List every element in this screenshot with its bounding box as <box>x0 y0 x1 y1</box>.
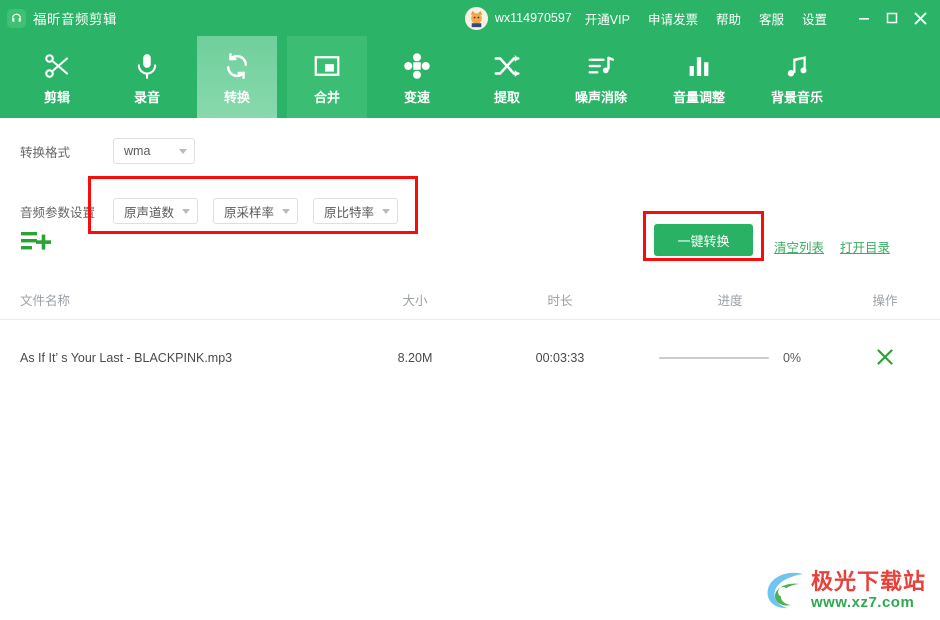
tool-noise-reduce[interactable]: 噪声消除 <box>557 36 645 118</box>
tool-noise-reduce-label: 噪声消除 <box>575 87 627 106</box>
progress-bar <box>659 357 769 359</box>
bitrate-select-value: 原比特率 <box>324 202 374 221</box>
cell-duration: 00:03:33 <box>490 351 630 365</box>
tool-convert-label: 转换 <box>224 87 250 106</box>
convert-button[interactable]: 一键转换 <box>654 224 753 256</box>
menu-invoice[interactable]: 申请发票 <box>639 9 707 28</box>
noise-reduce-icon <box>586 49 616 83</box>
watermark: 极光下载站 www.xz7.com <box>763 568 926 612</box>
tool-bgm-label: 背景音乐 <box>771 87 823 106</box>
format-select[interactable]: wma <box>113 138 195 164</box>
format-row: 转换格式 wma <box>0 136 940 166</box>
delete-x-icon[interactable] <box>876 348 894 366</box>
app-title: 福昕音频剪辑 <box>33 8 117 28</box>
microphone-icon <box>132 49 162 83</box>
maximize-icon[interactable] <box>878 0 906 36</box>
close-icon[interactable] <box>906 0 934 36</box>
tool-bgm[interactable]: 背景音乐 <box>753 36 841 118</box>
chevron-down-icon <box>382 209 390 214</box>
menu-support[interactable]: 客服 <box>750 9 793 28</box>
watermark-logo-icon <box>763 568 809 612</box>
header-size: 大小 <box>340 290 490 309</box>
music-note-icon <box>782 49 812 83</box>
titlebar-right-group: wx114970597 开通VIP 申请发票 帮助 客服 设置 <box>465 0 940 36</box>
open-folder-link[interactable]: 打开目录 <box>840 237 890 256</box>
chevron-down-icon <box>182 209 190 214</box>
samplerate-select-value: 原采样率 <box>224 202 274 221</box>
tool-record-label: 录音 <box>134 87 160 106</box>
cell-filename: As If It’ s Your Last - BLACKPINK.mp3 <box>0 351 340 365</box>
tool-speed-label: 变速 <box>404 87 430 106</box>
tool-merge[interactable]: 合并 <box>287 36 367 118</box>
merge-frame-icon <box>312 49 342 83</box>
tool-volume[interactable]: 音量调整 <box>655 36 743 118</box>
tool-extract-label: 提取 <box>494 87 520 106</box>
volume-bars-icon <box>684 49 714 83</box>
minimize-icon[interactable] <box>850 0 878 36</box>
tool-edit[interactable]: 剪辑 <box>17 36 97 118</box>
cell-progress: 0% <box>630 351 830 365</box>
file-table: 文件名称 大小 时长 进度 操作 As If It’ s Your Last -… <box>0 279 940 378</box>
samplerate-select[interactable]: 原采样率 <box>213 198 298 224</box>
bitrate-select[interactable]: 原比特率 <box>313 198 398 224</box>
cell-action <box>830 348 940 369</box>
main-toolbar: 剪辑 录音 转换 合并 <box>0 36 940 118</box>
settings-panel: 转换格式 wma 音频参数设置 原声道数 原采样率 原比特率 <box>0 118 940 226</box>
header-action: 操作 <box>830 290 940 309</box>
progress-percent: 0% <box>783 351 801 365</box>
tool-speed[interactable]: 变速 <box>377 36 457 118</box>
headphones-icon <box>7 9 26 28</box>
speed-cross-icon <box>402 49 432 83</box>
tool-merge-label: 合并 <box>314 87 340 106</box>
scissors-icon <box>42 49 72 83</box>
header-filename: 文件名称 <box>0 290 340 309</box>
tool-convert[interactable]: 转换 <box>197 36 277 118</box>
tool-edit-label: 剪辑 <box>44 87 70 106</box>
watermark-url: www.xz7.com <box>811 594 926 611</box>
tool-record[interactable]: 录音 <box>107 36 187 118</box>
header-progress: 进度 <box>630 290 830 309</box>
table-header-row: 文件名称 大小 时长 进度 操作 <box>0 279 940 319</box>
user-avatar[interactable] <box>465 7 488 30</box>
watermark-cn: 极光下载站 <box>811 570 926 594</box>
tool-volume-label: 音量调整 <box>673 87 725 106</box>
format-label: 转换格式 <box>0 142 88 161</box>
menu-help[interactable]: 帮助 <box>707 9 750 28</box>
chevron-down-icon <box>179 149 187 154</box>
clear-list-link[interactable]: 清空列表 <box>774 237 824 256</box>
table-row[interactable]: As If It’ s Your Last - BLACKPINK.mp3 8.… <box>0 338 940 378</box>
chevron-down-icon <box>282 209 290 214</box>
format-select-value: wma <box>124 144 150 158</box>
channels-select[interactable]: 原声道数 <box>113 198 198 224</box>
user-id-label: wx114970597 <box>495 11 572 25</box>
audio-params-label: 音频参数设置 <box>0 202 88 221</box>
cell-size: 8.20M <box>340 351 490 365</box>
add-file-list-icon[interactable] <box>20 228 54 256</box>
menu-vip[interactable]: 开通VIP <box>576 9 639 28</box>
audio-params-row: 音频参数设置 原声道数 原采样率 原比特率 <box>0 196 940 226</box>
header-duration: 时长 <box>490 290 630 309</box>
convert-refresh-icon <box>222 49 252 83</box>
channels-select-value: 原声道数 <box>124 202 174 221</box>
table-divider <box>0 319 940 320</box>
title-bar: 福昕音频剪辑 wx114970597 开通VIP 申请发票 帮助 客服 设置 <box>0 0 940 36</box>
shuffle-extract-icon <box>492 49 522 83</box>
tool-extract[interactable]: 提取 <box>467 36 547 118</box>
menu-settings[interactable]: 设置 <box>793 9 836 28</box>
